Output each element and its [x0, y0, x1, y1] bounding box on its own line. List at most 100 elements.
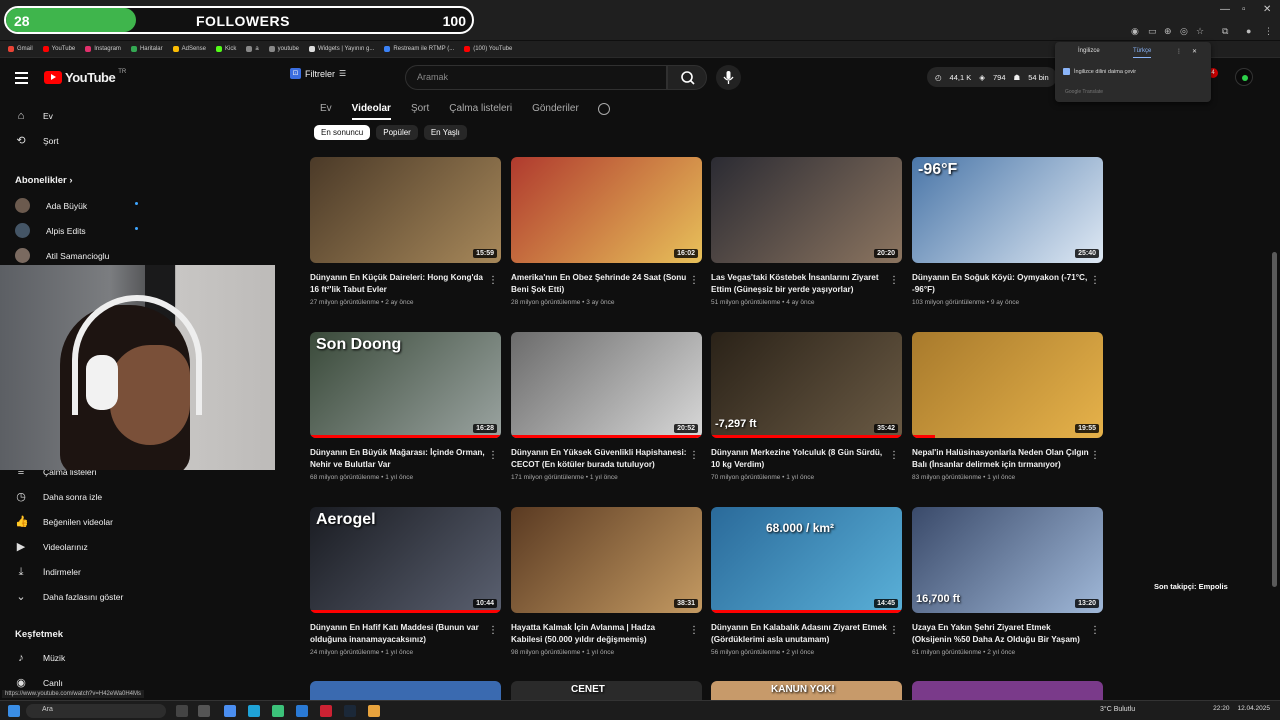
- more-options-icon[interactable]: ⋮: [1090, 450, 1100, 461]
- video-thumbnail[interactable]: 16,700 ft 13:20: [912, 507, 1103, 613]
- video-card[interactable]: [310, 681, 501, 700]
- translate-more-icon[interactable]: ⋮: [1176, 48, 1182, 55]
- sidebar-item-downloads[interactable]: ⤓ İndirmeler: [15, 566, 81, 578]
- video-title[interactable]: Amerika'nın En Obez Şehrinde 24 Saat (So…: [511, 272, 702, 296]
- video-title[interactable]: Hayatta Kalmak İçin Avlanma | Hadza Kabi…: [511, 622, 702, 646]
- video-thumbnail[interactable]: 16:02: [511, 157, 702, 263]
- tab-3[interactable]: Çalma listeleri: [449, 103, 512, 120]
- search-input[interactable]: Aramak: [405, 65, 667, 90]
- browser-icon[interactable]: [248, 705, 260, 717]
- star-icon[interactable]: ☆: [1196, 26, 1204, 37]
- chrome-icon[interactable]: [368, 705, 380, 717]
- video-title[interactable]: Dünyanın En Hafif Katı Maddesi (Bunun va…: [310, 622, 501, 646]
- sidebar-item-live[interactable]: ◉ Canlı: [15, 677, 63, 689]
- clock-date[interactable]: 12.04.2025: [1237, 705, 1270, 712]
- bookmark-item[interactable]: a: [246, 46, 259, 52]
- bookmark-item[interactable]: Widgets | Yayının g...: [309, 46, 374, 52]
- sidebar-item-show-more[interactable]: ⌄ Daha fazlasını göster: [15, 591, 123, 603]
- video-thumbnail[interactable]: Aerogel 10:44: [310, 507, 501, 613]
- bookmark-item[interactable]: Kick: [215, 46, 236, 52]
- video-thumbnail[interactable]: 15:59: [310, 157, 501, 263]
- video-card[interactable]: 20:20 Las Vegas'taki Köstebek İnsanlarını…: [711, 157, 902, 306]
- extensions-icon[interactable]: ⧉: [1222, 26, 1228, 37]
- translate-tab-turkish[interactable]: Türkçe: [1133, 48, 1152, 58]
- video-title[interactable]: Dünyanın Merkezine Yolculuk (8 Gün Sürdü…: [711, 447, 902, 471]
- video-thumbnail[interactable]: 19:55: [912, 332, 1103, 438]
- channel-search-icon[interactable]: [598, 103, 610, 115]
- scrollbar[interactable]: [1272, 252, 1277, 587]
- steam-icon[interactable]: [344, 705, 356, 717]
- more-options-icon[interactable]: ⋮: [1090, 275, 1100, 286]
- bookmark-item[interactable]: Haritalar: [130, 46, 163, 52]
- windows-start-icon[interactable]: [8, 705, 20, 717]
- video-card[interactable]: Son Doong 16:28 Dünyanın En Büyük Mağarası…: [310, 332, 501, 481]
- sort-chip[interactable]: En Yaşlı: [423, 125, 467, 140]
- video-thumbnail[interactable]: -7,297 ft 35:42: [711, 332, 902, 438]
- maximize-icon[interactable]: ▫: [1242, 4, 1246, 15]
- video-thumbnail[interactable]: 68.000 / km² 14:45: [711, 507, 902, 613]
- minimize-icon[interactable]: —: [1220, 4, 1230, 15]
- video-thumbnail[interactable]: KANUN YOK!: [711, 681, 902, 700]
- clock-time[interactable]: 22:20: [1213, 705, 1229, 712]
- close-window-icon[interactable]: ✕: [1263, 4, 1271, 15]
- more-options-icon[interactable]: ⋮: [689, 450, 699, 461]
- video-title[interactable]: Dünyanın En Soğuk Köyü: Oymyakon (-71°C,…: [912, 272, 1103, 296]
- translate-icon[interactable]: ◉: [1131, 26, 1139, 37]
- video-card[interactable]: -7,297 ft 35:42 Dünyanın Merkezine Yolculu…: [711, 332, 902, 481]
- account-avatar[interactable]: [1235, 68, 1253, 86]
- eye-icon[interactable]: ◎: [1180, 26, 1188, 37]
- sidebar-item-subscription[interactable]: Ada Büyük: [15, 198, 138, 213]
- video-card[interactable]: KANUN YOK!: [711, 681, 902, 700]
- tab-4[interactable]: Gönderiler: [532, 103, 579, 120]
- taskbar-search[interactable]: Ara: [26, 704, 166, 718]
- video-thumbnail[interactable]: 38:31: [511, 507, 702, 613]
- hamburger-menu-icon[interactable]: [15, 72, 28, 87]
- cast-icon[interactable]: ▭: [1148, 26, 1157, 37]
- video-card[interactable]: Aerogel 10:44 Dünyanın En Hafif Katı Madde…: [310, 507, 501, 656]
- video-title[interactable]: Las Vegas'taki Köstebek İnsanlarını Ziya…: [711, 272, 902, 296]
- video-card[interactable]: 16:02 Amerika'nın En Obez Şehrinde 24 Saa…: [511, 157, 702, 306]
- video-card[interactable]: 16,700 ft 13:20 Uzaya En Yakın Şehri Ziyar…: [912, 507, 1103, 656]
- more-options-icon[interactable]: ⋮: [689, 275, 699, 286]
- sidebar-item-home[interactable]: ⌂ Ev: [15, 110, 53, 122]
- video-card[interactable]: 20:52 Dünyanın En Yüksek Güvenlikli Hapis…: [511, 332, 702, 481]
- video-title[interactable]: Dünyanın En Yüksek Güvenlikli Hapishanes…: [511, 447, 702, 471]
- sort-chip[interactable]: En sonuncu: [314, 125, 371, 140]
- sidebar-item-your-videos[interactable]: ▶ Videolarınız: [15, 541, 88, 553]
- youtube-logo[interactable]: YouTube TR: [44, 69, 126, 85]
- video-card[interactable]: [912, 681, 1103, 700]
- bookmark-item[interactable]: Gmail: [8, 46, 33, 52]
- more-options-icon[interactable]: ⋮: [889, 625, 899, 636]
- sidebar-item-liked[interactable]: 👍 Beğenilen videolar: [15, 516, 113, 528]
- video-title[interactable]: Dünyanın En Küçük Daireleri: Hong Kong'd…: [310, 272, 501, 296]
- more-options-icon[interactable]: ⋮: [488, 625, 498, 636]
- more-options-icon[interactable]: ⋮: [488, 450, 498, 461]
- more-options-icon[interactable]: ⋮: [488, 275, 498, 286]
- sort-chip[interactable]: Popüler: [376, 125, 418, 140]
- video-thumbnail[interactable]: 20:52: [511, 332, 702, 438]
- tab-2[interactable]: Şort: [411, 103, 429, 120]
- translate-close-icon[interactable]: ✕: [1192, 48, 1197, 55]
- bookmark-item[interactable]: (100) YouTube: [464, 46, 512, 52]
- menu-icon[interactable]: ⋮: [1264, 26, 1273, 37]
- more-options-icon[interactable]: ⋮: [689, 625, 699, 636]
- video-thumbnail[interactable]: CENET: [511, 681, 702, 700]
- bookmark-item[interactable]: Instagram: [85, 46, 121, 52]
- sidebar-item-music[interactable]: ♪ Müzik: [15, 652, 65, 664]
- video-card[interactable]: 15:59 Dünyanın En Küçük Daireleri: Hong K…: [310, 157, 501, 306]
- weather-widget[interactable]: 3°C Bulutlu: [1100, 706, 1135, 713]
- profile-icon[interactable]: ●: [1246, 26, 1251, 36]
- video-title[interactable]: Dünyanın En Kalabalık Adasını Ziyaret Et…: [711, 622, 902, 646]
- zoom-icon[interactable]: ⊕: [1164, 26, 1172, 37]
- video-card[interactable]: 19:55 Nepal'in Halüsinasyonlarla Neden Ol…: [912, 332, 1103, 481]
- more-options-icon[interactable]: ⋮: [889, 275, 899, 286]
- video-card[interactable]: -96°F 25:40 Dünyanın En Soğuk Köyü: Oymyak…: [912, 157, 1103, 306]
- tab-0[interactable]: Ev: [320, 103, 332, 120]
- bookmark-item[interactable]: Restream ile RTMP (...: [384, 46, 454, 52]
- task-view-icon[interactable]: [176, 705, 188, 717]
- subscriptions-heading[interactable]: Abonelikler ›: [15, 175, 73, 186]
- video-card[interactable]: 68.000 / km² 14:45 Dünyanın En Kalabalık A…: [711, 507, 902, 656]
- sidebar-item-watch-later[interactable]: ◷ Daha sonra izle: [15, 491, 102, 503]
- video-card[interactable]: CENET: [511, 681, 702, 700]
- sidebar-item-subscription[interactable]: Atil Samancioglu: [15, 248, 109, 263]
